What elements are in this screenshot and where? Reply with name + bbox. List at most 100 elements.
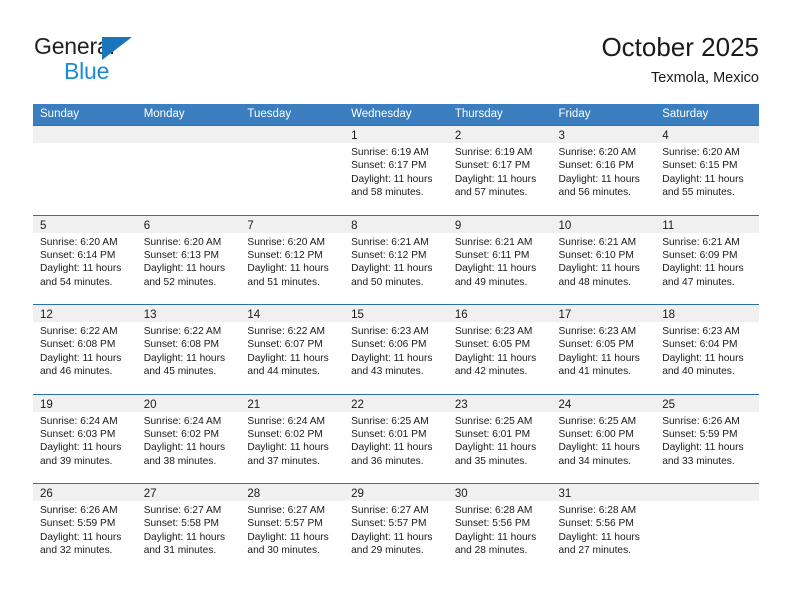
sunrise-time: Sunrise: 6:21 AM (662, 236, 740, 248)
sunrise-time: Sunrise: 6:26 AM (662, 415, 740, 427)
day-details: Sunrise: 6:27 AM Sunset: 5:58 PM Daylight:… (137, 501, 241, 558)
page-title: October 2025 (601, 32, 759, 62)
calendar-day-cell[interactable]: 6 Sunrise: 6:20 AM Sunset: 6:13 PM Daylight… (136, 215, 241, 304)
calendar-day-cell[interactable]: 20 Sunrise: 6:24 AM Sunset: 6:02 PM Dayligh… (136, 394, 241, 483)
day-number-strip: 16 (447, 305, 552, 322)
sunset-time: Sunset: 6:14 PM (40, 249, 116, 261)
calendar-day-cell[interactable]: 5 Sunrise: 6:20 AM Sunset: 6:14 PM Daylight… (33, 215, 137, 304)
calendar-day-cell[interactable]: 13 Sunrise: 6:22 AM Sunset: 6:08 PM Dayligh… (136, 305, 241, 394)
calendar-day-cell[interactable]: 10 Sunrise: 6:21 AM Sunset: 6:10 PM Dayligh… (551, 215, 656, 304)
sunrise-time: Sunrise: 6:25 AM (351, 415, 429, 427)
day-details: Sunrise: 6:20 AM Sunset: 6:15 PM Daylight:… (655, 143, 759, 200)
day-number-strip: 11 (655, 215, 759, 233)
day-number-strip: 18 (655, 305, 759, 322)
day-details: Sunrise: 6:28 AM Sunset: 5:56 PM Daylight:… (552, 501, 656, 558)
day-details: Sunrise: 6:24 AM Sunset: 6:02 PM Daylight:… (137, 412, 241, 469)
day-details: Sunrise: 6:25 AM Sunset: 6:01 PM Daylight:… (448, 412, 552, 469)
sunrise-time: Sunrise: 6:20 AM (558, 147, 637, 158)
calendar-day-cell[interactable]: 28 Sunrise: 6:27 AM Sunset: 5:57 PM Dayligh… (240, 484, 345, 573)
day-number: 21 (247, 398, 261, 411)
calendar-day-cell[interactable]: 30 Sunrise: 6:28 AM Sunset: 5:56 PM Dayligh… (447, 484, 552, 573)
calendar-day-cell[interactable]: 29 Sunrise: 6:27 AM Sunset: 5:57 PM Dayligh… (344, 484, 448, 573)
calendar-day-cell[interactable]: 22 Sunrise: 6:25 AM Sunset: 6:01 PM Dayligh… (344, 394, 448, 483)
sunrise-time: Sunrise: 6:28 AM (558, 505, 637, 516)
day-number: 26 (40, 488, 53, 500)
brand-logo[interactable]: General Blue (34, 33, 214, 88)
day-number: 8 (351, 219, 358, 232)
sunset-time: Sunset: 6:01 PM (351, 428, 427, 440)
day-number: 19 (40, 398, 53, 411)
day-number-strip: 13 (136, 305, 241, 322)
day-number: 25 (662, 398, 676, 411)
calendar-day-cell[interactable]: 9 Sunrise: 6:21 AM Sunset: 6:11 PM Daylight… (447, 215, 552, 304)
calendar-day-cell[interactable]: 11 Sunrise: 6:21 AM Sunset: 6:09 PM Dayligh… (655, 215, 759, 304)
day-details: Sunrise: 6:26 AM Sunset: 5:59 PM Daylight:… (655, 412, 759, 469)
daylight-duration-line2: and 43 minutes. (351, 366, 424, 378)
sunset-time: Sunset: 6:05 PM (454, 339, 531, 351)
daylight-duration-line2: and 54 minutes. (40, 276, 113, 288)
day-number-strip: 9 (447, 215, 552, 233)
calendar-day-cell[interactable]: 18 Sunrise: 6:23 AM Sunset: 6:04 PM Dayligh… (655, 305, 759, 394)
calendar-day-cell[interactable]: 27 Sunrise: 6:27 AM Sunset: 5:58 PM Dayligh… (136, 484, 241, 573)
calendar-day-cell[interactable]: 16 Sunrise: 6:23 AM Sunset: 6:05 PM Dayligh… (447, 305, 552, 394)
daylight-duration-line2: and 38 minutes. (143, 455, 217, 467)
calendar-day-cell[interactable]: 8 Sunrise: 6:21 AM Sunset: 6:12 PM Daylight… (344, 215, 448, 304)
day-details: Sunrise: 6:19 AM Sunset: 6:17 PM Daylight:… (448, 143, 552, 200)
calendar-day-cell[interactable]: 26 Sunrise: 6:26 AM Sunset: 5:59 PM Dayligh… (33, 484, 137, 573)
day-number: 12 (40, 309, 53, 321)
sunset-time: Sunset: 6:00 PM (558, 428, 634, 440)
calendar-day-cell[interactable]: 3 Sunrise: 6:20 AM Sunset: 6:16 PM Daylight… (551, 126, 656, 215)
calendar-day-cell[interactable]: 2 Sunrise: 6:19 AM Sunset: 6:17 PM Daylight… (447, 126, 552, 215)
calendar-day-cell[interactable]: 17 Sunrise: 6:23 AM Sunset: 6:05 PM Dayligh… (551, 305, 656, 394)
calendar-day-cell[interactable]: 15 Sunrise: 6:23 AM Sunset: 6:06 PM Dayligh… (344, 305, 448, 394)
calendar-day-cell[interactable]: 31 Sunrise: 6:28 AM Sunset: 5:56 PM Dayligh… (551, 484, 656, 573)
day-details: Sunrise: 6:23 AM Sunset: 6:05 PM Daylight:… (448, 322, 552, 379)
daylight-duration-line2: and 32 minutes. (40, 545, 113, 557)
daylight-duration-line2: and 28 minutes. (454, 545, 528, 557)
daylight-duration-line1: Daylight: 11 hours (454, 442, 537, 454)
sunrise-time: Sunrise: 6:20 AM (247, 236, 325, 248)
calendar-day-cell[interactable]: 12 Sunrise: 6:22 AM Sunset: 6:08 PM Dayligh… (33, 305, 137, 394)
day-number: 14 (247, 309, 261, 321)
calendar-day-cell[interactable]: 21 Sunrise: 6:24 AM Sunset: 6:02 PM Dayligh… (240, 394, 345, 483)
day-details: Sunrise: 6:20 AM Sunset: 6:16 PM Daylight:… (552, 143, 656, 200)
calendar-day-cell[interactable]: 19 Sunrise: 6:24 AM Sunset: 6:03 PM Dayligh… (33, 394, 137, 483)
day-number-strip: 10 (551, 215, 656, 233)
calendar-week-row: 1 Sunrise: 6:19 AM Sunset: 6:17 PM Daylight… (33, 125, 759, 215)
daylight-duration-line2: and 56 minutes. (558, 187, 632, 199)
sunrise-time: Sunrise: 6:23 AM (454, 326, 533, 337)
daylight-duration-line2: and 52 minutes. (143, 276, 217, 288)
day-number-strip: 4 (655, 126, 759, 143)
calendar-day-cell[interactable]: 25 Sunrise: 6:26 AM Sunset: 5:59 PM Dayligh… (655, 394, 759, 483)
sunset-time: Sunset: 6:17 PM (351, 160, 427, 172)
day-number: 5 (40, 219, 47, 232)
weekday-header-monday: Monday (143, 108, 185, 120)
daylight-duration-line2: and 49 minutes. (454, 276, 528, 288)
daylight-duration-line2: and 36 minutes. (351, 455, 424, 467)
calendar-day-cell[interactable]: 14 Sunrise: 6:22 AM Sunset: 6:07 PM Dayligh… (240, 305, 345, 394)
day-number-strip: 25 (655, 394, 759, 412)
calendar-weeks: 1 Sunrise: 6:19 AM Sunset: 6:17 PM Daylight… (33, 125, 759, 573)
calendar-day-cell[interactable]: 7 Sunrise: 6:20 AM Sunset: 6:12 PM Daylight… (240, 215, 345, 304)
sunrise-time: Sunrise: 6:23 AM (351, 326, 429, 337)
day-number-strip: 3 (551, 126, 656, 143)
calendar-day-cell[interactable]: 4 Sunrise: 6:20 AM Sunset: 6:15 PM Daylight… (655, 126, 759, 215)
sunset-time: Sunset: 6:07 PM (247, 339, 323, 351)
day-number: 3 (558, 130, 565, 142)
daylight-duration-line2: and 30 minutes. (247, 545, 320, 557)
daylight-duration-line1: Daylight: 11 hours (558, 352, 640, 364)
calendar-day-cell[interactable]: 1 Sunrise: 6:19 AM Sunset: 6:17 PM Daylight… (344, 126, 448, 215)
calendar-day-cell[interactable]: 23 Sunrise: 6:25 AM Sunset: 6:01 PM Dayligh… (447, 394, 552, 483)
calendar-day-cell[interactable]: 24 Sunrise: 6:25 AM Sunset: 6:00 PM Dayligh… (551, 394, 656, 483)
daylight-duration-line1: Daylight: 11 hours (662, 442, 744, 454)
calendar-day-cell-empty (33, 126, 137, 215)
day-number: 31 (558, 488, 572, 500)
day-number: 6 (143, 219, 151, 232)
sunset-time: Sunset: 6:04 PM (662, 339, 738, 351)
daylight-duration-line2: and 40 minutes. (662, 366, 735, 378)
day-details: Sunrise: 6:20 AM Sunset: 6:13 PM Daylight:… (137, 233, 241, 290)
daylight-duration-line1: Daylight: 11 hours (351, 442, 433, 454)
daylight-duration-line1: Daylight: 11 hours (351, 173, 433, 185)
calendar-page: General Blue October 2025 Texmola, Mexic… (0, 0, 792, 612)
day-number: 23 (454, 398, 468, 411)
